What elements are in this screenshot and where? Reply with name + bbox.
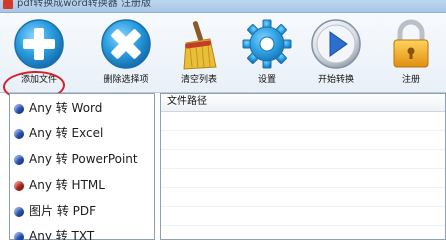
settings-button[interactable]: 设置	[234, 13, 300, 92]
row-divider	[161, 187, 445, 188]
gear-icon	[242, 19, 292, 69]
lock-icon	[393, 19, 429, 68]
window-title: pdf转换成word转换器 注册版	[17, 0, 151, 9]
list-item-any-to-powerpoint[interactable]: Any 转 PowerPoint	[14, 149, 154, 169]
app-window: pdf转换成word转换器 注册版 添加文件 删除选择项 清空列表 设置 开始转…	[0, 0, 446, 240]
register-label: 注册	[401, 75, 420, 85]
plus-icon	[14, 19, 64, 69]
list-item-any-to-word[interactable]: Any 转 Word	[14, 98, 154, 118]
list-item-label: Any 转 Excel	[29, 126, 104, 140]
bullet-icon	[14, 207, 24, 217]
list-item-image-to-pdf[interactable]: 图片 转 PDF	[14, 201, 154, 221]
bullet-icon	[14, 104, 24, 114]
toolbar: 添加文件 删除选择项 清空列表 设置 开始转换 注册	[0, 13, 446, 103]
row-divider	[161, 225, 445, 226]
title-bar: pdf转换成word转换器 注册版	[0, 0, 446, 13]
list-item-any-to-html[interactable]: Any 转 HTML	[14, 175, 154, 195]
list-item-any-to-txt[interactable]: Any 转 TXT	[14, 226, 154, 240]
list-item-label: Any 转 PowerPoint	[29, 152, 138, 166]
list-item-any-to-excel[interactable]: Any 转 Excel	[14, 123, 154, 143]
bullet-icon	[14, 232, 24, 240]
start-convert-label: 开始转换	[317, 75, 354, 85]
conversion-type-list: Any 转 Word Any 转 Excel Any 转 PowerPoint …	[9, 93, 155, 240]
clear-list-button[interactable]: 清空列表	[166, 13, 232, 92]
close-icon	[101, 19, 151, 69]
clear-list-label: 清空列表	[180, 75, 217, 85]
start-convert-button[interactable]: 开始转换	[303, 13, 369, 92]
broom-icon	[183, 21, 217, 70]
list-item-label: Any 转 HTML	[29, 178, 105, 192]
bullet-icon	[14, 129, 24, 139]
bullet-icon	[14, 181, 24, 191]
list-item-label: Any 转 TXT	[29, 229, 95, 240]
bullet-icon	[14, 155, 24, 165]
settings-label: 设置	[257, 75, 276, 85]
list-item-label: Any 转 Word	[29, 101, 103, 115]
row-divider	[161, 149, 445, 150]
row-divider	[161, 168, 445, 169]
row-divider	[161, 206, 445, 207]
register-button[interactable]: 注册	[378, 13, 444, 92]
delete-selected-label: 删除选择项	[103, 75, 149, 85]
row-divider	[161, 130, 445, 131]
list-item-label: 图片 转 PDF	[29, 204, 97, 218]
delete-selected-button[interactable]: 删除选择项	[86, 13, 166, 92]
column-header-label: 文件路径	[167, 96, 207, 107]
file-list-table[interactable]: 文件路径	[160, 93, 446, 240]
play-icon	[311, 19, 361, 69]
app-icon	[3, 0, 13, 9]
file-path-column-header[interactable]: 文件路径	[161, 94, 445, 112]
